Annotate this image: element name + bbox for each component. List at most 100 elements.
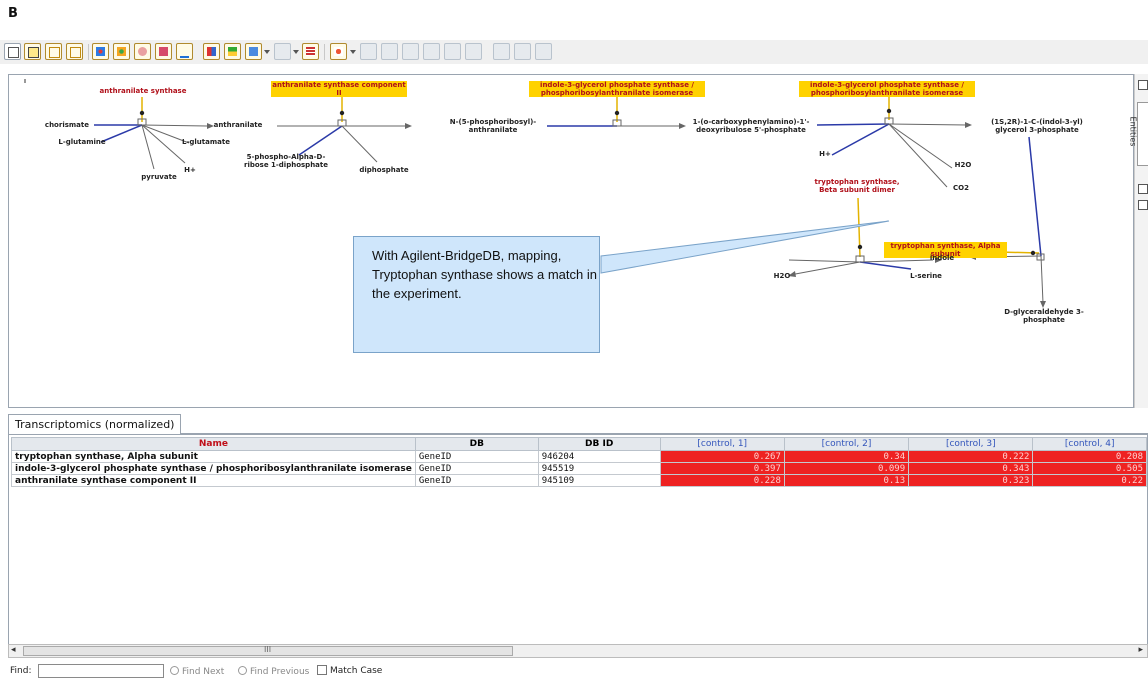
metabolite-glyceraldehyde-3-phosphate[interactable]: D-glyceraldehyde 3-phosphate: [1001, 308, 1087, 324]
metabolite-indole[interactable]: indole: [927, 254, 957, 262]
entities-tab-label: Entities: [1128, 116, 1138, 147]
edge-pyruvate: [141, 124, 155, 170]
select-rectangle-icon[interactable]: [4, 43, 21, 60]
table-icon[interactable]: [302, 43, 319, 60]
find-next-button[interactable]: Find Next: [170, 666, 224, 677]
figure-label: B: [8, 6, 18, 21]
find-next-icon: [170, 666, 179, 675]
pathway-dropdown-icon[interactable]: [350, 50, 356, 54]
export-dropdown-icon[interactable]: [264, 50, 270, 54]
metabolite-prpp[interactable]: 5-phospho-Alpha-D-ribose 1-diphosphate: [244, 153, 328, 169]
metabolite-h-plus-2[interactable]: H+: [817, 150, 833, 158]
edge-main-4b: [888, 123, 968, 126]
cell-control-1: 0.267: [659, 450, 785, 463]
zoom-in-icon[interactable]: [45, 43, 62, 60]
column-header-control-1[interactable]: [control, 1]: [659, 437, 785, 451]
tab-transcriptomics[interactable]: Transcriptomics (normalized): [8, 414, 182, 434]
cell-db-id: 945519: [537, 462, 661, 475]
reaction-anchor: [339, 110, 345, 116]
cell-name: tryptophan synthase, Alpha subunit: [11, 450, 416, 463]
edge-h-plus: [141, 124, 186, 164]
metabolite-l-glutamine[interactable]: L-glutamine: [57, 138, 107, 146]
edge-h2o: [888, 123, 953, 169]
line-chart-icon[interactable]: [176, 43, 193, 60]
metabolite-co2[interactable]: CO2: [951, 184, 971, 192]
stack-horizontal-icon: [493, 43, 510, 60]
gene-anthranilate-synthase-component-ii[interactable]: anthranilate synthase component II: [271, 81, 407, 97]
reaction-anchor: [1030, 250, 1036, 256]
metabolite-h2o-2[interactable]: H2O: [771, 272, 793, 280]
metabolite-indol-glycerol-phosphate[interactable]: (1S,2R)-1-C-(indol-3-yl) glycerol 3-phos…: [981, 118, 1093, 134]
column-header-control-3[interactable]: [control, 3]: [908, 437, 1034, 451]
pathway-icon[interactable]: [330, 43, 347, 60]
column-header-name[interactable]: Name: [11, 437, 416, 451]
column-header-control-2[interactable]: [control, 2]: [783, 437, 910, 451]
gene-igps-prai-1[interactable]: indole-3-glycerol phosphate synthase / p…: [529, 81, 705, 97]
align-left-icon: [360, 43, 377, 60]
node-style-icon[interactable]: [134, 43, 151, 60]
metabolite-pyruvate[interactable]: pyruvate: [139, 173, 179, 181]
column-header-control-4[interactable]: [control, 4]: [1032, 437, 1147, 451]
edge-igp: [1028, 136, 1042, 257]
zoom-fit-icon[interactable]: [24, 43, 41, 60]
align-center-icon: [381, 43, 398, 60]
reaction-anchor: [886, 108, 892, 114]
side-checkbox-icon[interactable]: [1138, 80, 1148, 90]
metabolite-anthranilate[interactable]: anthranilate: [213, 121, 263, 129]
metabolite-cdrp[interactable]: 1-(o-carboxyphenylamino)-1'-deoxyribulos…: [689, 118, 813, 134]
find-input[interactable]: [38, 664, 164, 678]
scrollbar-thumb[interactable]: III: [23, 645, 513, 656]
table-row[interactable]: tryptophan synthase, Alpha subunit GeneI…: [11, 450, 1147, 463]
export-icon[interactable]: [245, 43, 262, 60]
color-nodes-icon[interactable]: [92, 43, 109, 60]
gene-tryptophan-synthase-beta[interactable]: tryptophan synthase, Beta subunit dimer: [805, 178, 909, 194]
legend-icon[interactable]: [155, 43, 172, 60]
table-row[interactable]: anthranilate synthase component II GeneI…: [11, 474, 1147, 487]
match-case-label: Match Case: [330, 666, 383, 676]
metabolite-l-serine[interactable]: L-serine: [907, 272, 945, 280]
scrollbar-grip: III: [264, 645, 272, 654]
side-checkbox-icon[interactable]: [1138, 200, 1148, 210]
align-top-icon: [423, 43, 440, 60]
table-header-row: Name DB DB ID [control, 1] [control, 2] …: [11, 437, 1147, 451]
grid-map-icon[interactable]: [224, 43, 241, 60]
metabolite-l-glutamate[interactable]: L-glutamate: [181, 138, 231, 146]
find-previous-button[interactable]: Find Previous: [238, 666, 309, 677]
metabolite-chorismate[interactable]: chorismate: [29, 121, 89, 129]
gene-igps-prai-2[interactable]: indole-3-glycerol phosphate synthase / p…: [799, 81, 975, 97]
layout-nodes-icon[interactable]: [113, 43, 130, 60]
cell-control-2: 0.34: [783, 450, 910, 463]
find-previous-label: Find Previous: [250, 667, 310, 677]
metabolite-n-5-phosphoribosyl-anthranilate[interactable]: N-(5-phosphoribosyl)-anthranilate: [443, 118, 543, 134]
metabolite-h-plus[interactable]: H+: [182, 166, 198, 174]
heatmap-icon[interactable]: [203, 43, 220, 60]
match-case-checkbox[interactable]: [317, 665, 327, 675]
cell-control-4: 0.208: [1032, 450, 1147, 463]
edge-serine: [859, 261, 912, 270]
column-header-db-id[interactable]: DB ID: [537, 437, 661, 451]
align-bottom-icon: [465, 43, 482, 60]
horizontal-scrollbar[interactable]: ◂ III ▸: [8, 644, 1148, 658]
toolbar-separator: [88, 44, 89, 60]
entities-tab[interactable]: Entities: [1128, 102, 1148, 166]
gene-anthranilate-synthase[interactable]: anthranilate synthase: [95, 87, 191, 95]
side-checkbox-icon[interactable]: [1138, 184, 1148, 194]
column-header-db[interactable]: DB: [414, 437, 539, 451]
cell-control-3: 0.323: [908, 474, 1034, 487]
table-row[interactable]: indole-3-glycerol phosphate synthase / p…: [11, 462, 1147, 475]
scroll-left-icon[interactable]: ◂: [11, 645, 16, 655]
scroll-right-icon[interactable]: ▸: [1138, 645, 1143, 655]
side-panel: Entities: [1128, 74, 1148, 408]
stack-vertical-icon: [514, 43, 531, 60]
cell-db: GeneID: [414, 462, 539, 475]
cell-db-id: 945109: [537, 474, 661, 487]
edge-anthranilate: [141, 124, 208, 127]
metabolite-diphosphate[interactable]: diphosphate: [359, 166, 409, 174]
edge-diphosphate: [341, 125, 378, 163]
data-table: Name DB DB ID [control, 1] [control, 2] …: [11, 437, 1147, 487]
reaction-anchor: [614, 110, 620, 116]
zoom-out-icon[interactable]: [66, 43, 83, 60]
callout-pointer: [600, 220, 890, 274]
edge-glutamine: [100, 124, 143, 143]
metabolite-h2o[interactable]: H2O: [952, 161, 974, 169]
